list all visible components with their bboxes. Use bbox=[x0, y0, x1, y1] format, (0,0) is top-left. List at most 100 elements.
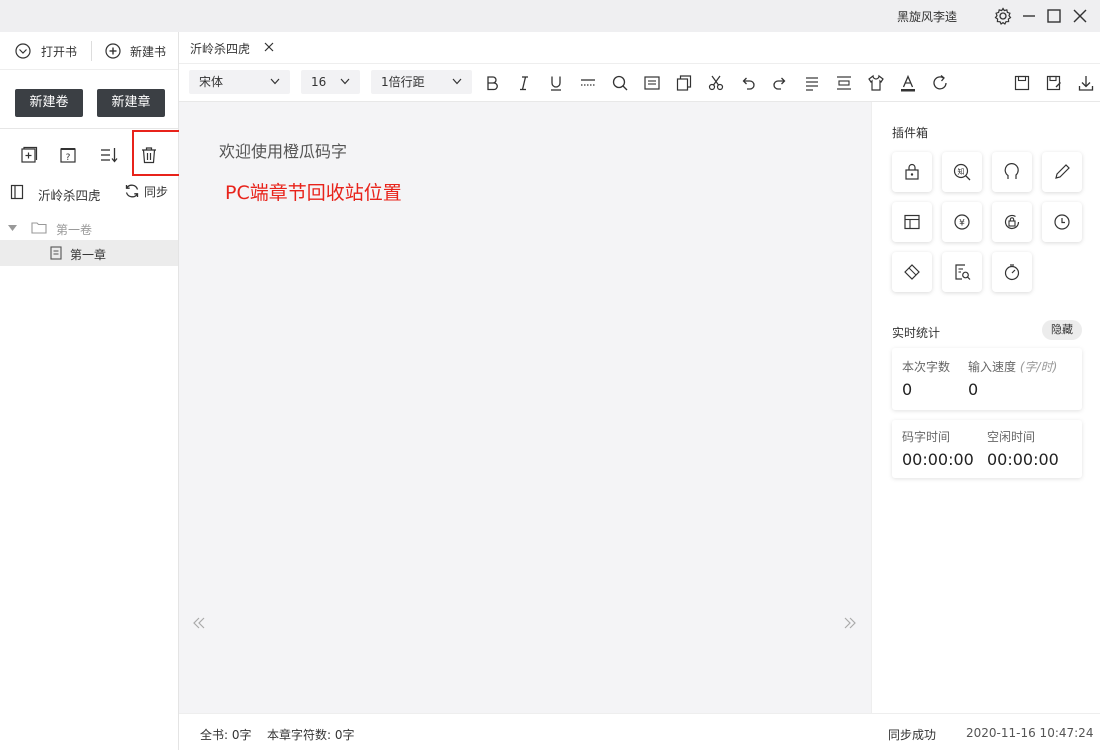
settings-gear-icon[interactable] bbox=[994, 7, 1012, 25]
add-chapter-icon[interactable] bbox=[20, 146, 38, 164]
typing-time-value: 00:00:00 bbox=[902, 450, 974, 469]
svg-text:知: 知 bbox=[958, 167, 965, 176]
plugin-tag[interactable] bbox=[892, 252, 932, 292]
lock-refresh-icon bbox=[1004, 214, 1020, 230]
speed-label: 输入速度 (字/时) bbox=[968, 358, 1057, 375]
document-search-icon bbox=[955, 264, 971, 280]
stats-card-time: 码字时间 00:00:00 空闲时间 00:00:00 bbox=[892, 420, 1082, 478]
hide-stats-button[interactable]: 隐藏 bbox=[1042, 320, 1082, 340]
redo-icon[interactable] bbox=[771, 74, 789, 92]
sync-icon bbox=[125, 184, 139, 198]
plugin-pencil[interactable] bbox=[1042, 152, 1082, 192]
stats-card-words: 本次字数 0 输入速度 (字/时) 0 bbox=[892, 348, 1082, 410]
book-panel-icon[interactable] bbox=[10, 184, 24, 200]
chevron-down-icon bbox=[340, 78, 350, 85]
session-words-label: 本次字数 bbox=[902, 360, 951, 374]
divider bbox=[91, 41, 92, 61]
knowledge-search-icon: 知 bbox=[953, 163, 971, 181]
tab-book[interactable]: 沂岭杀四虎 bbox=[179, 32, 279, 63]
chapter-row[interactable]: 第一章 bbox=[0, 240, 178, 266]
scissors-icon[interactable] bbox=[707, 74, 725, 92]
sync-status: 同步成功 bbox=[888, 728, 937, 742]
timestamp: 2020-11-16 10:47:24 bbox=[966, 726, 1094, 740]
plugin-lock-bag[interactable] bbox=[892, 152, 932, 192]
prev-page-icon[interactable] bbox=[192, 617, 206, 629]
close-icon[interactable] bbox=[1073, 9, 1087, 23]
plugin-table[interactable] bbox=[892, 202, 932, 242]
session-words-value: 0 bbox=[902, 380, 913, 399]
svg-text:?: ? bbox=[66, 153, 71, 163]
plugin-lock-refresh[interactable] bbox=[992, 202, 1032, 242]
new-volume-button[interactable]: 新建卷 bbox=[15, 89, 83, 117]
sync-label: 同步 bbox=[144, 185, 169, 199]
idle-time-value: 00:00:00 bbox=[987, 450, 1059, 469]
tab-bar: 沂岭杀四虎 bbox=[179, 32, 1100, 64]
title-bar: 黑旋风李逵 bbox=[0, 0, 1100, 32]
plugin-brain[interactable] bbox=[992, 152, 1032, 192]
new-chapter-button[interactable]: 新建章 bbox=[97, 89, 165, 117]
tab-close-icon[interactable] bbox=[264, 42, 274, 52]
chapter-label: 第一章 bbox=[70, 248, 107, 262]
sort-icon[interactable] bbox=[99, 146, 119, 164]
username[interactable]: 黑旋风李逵 bbox=[897, 8, 957, 25]
plugin-document-search[interactable] bbox=[942, 252, 982, 292]
align-icon[interactable] bbox=[803, 74, 821, 92]
underline-icon[interactable] bbox=[547, 74, 565, 92]
font-color-icon[interactable] bbox=[899, 74, 917, 92]
plugin-timer[interactable] bbox=[992, 252, 1032, 292]
save-as-icon[interactable] bbox=[1045, 74, 1063, 92]
bold-icon[interactable] bbox=[483, 74, 501, 92]
caret-down-icon[interactable] bbox=[8, 225, 17, 232]
search-icon[interactable] bbox=[611, 74, 629, 92]
typing-time-label: 码字时间 bbox=[902, 430, 951, 444]
volume-row[interactable]: 第一卷 bbox=[0, 218, 178, 240]
undo-icon[interactable] bbox=[739, 74, 757, 92]
maximize-icon[interactable] bbox=[1047, 9, 1061, 23]
font-size-select[interactable]: 16 bbox=[301, 70, 360, 94]
plugin-clock[interactable] bbox=[1042, 202, 1082, 242]
copy-icon[interactable] bbox=[675, 74, 693, 92]
horizontal-rule-icon[interactable] bbox=[579, 74, 597, 92]
folder-icon bbox=[31, 222, 47, 234]
clock-icon bbox=[1054, 214, 1070, 230]
new-book-label: 新建书 bbox=[130, 45, 167, 59]
line-spacing-value: 1倍行距 bbox=[381, 75, 425, 89]
editor-placeholder[interactable]: 欢迎使用橙瓜码字 bbox=[219, 138, 347, 162]
line-spacing-select[interactable]: 1倍行距 bbox=[371, 70, 472, 94]
font-select[interactable]: 宋体 bbox=[189, 70, 290, 94]
right-panel: 插件箱 知 ¥ 实时统计 隐藏 本次字数 0 输入速度 (字/时) 0 码字时间… bbox=[871, 102, 1100, 713]
sidebar-top-actions: 打开书 新建书 bbox=[0, 32, 178, 70]
theme-shirt-icon[interactable] bbox=[867, 74, 885, 92]
format-toolbar: 宋体 16 1倍行距 bbox=[179, 64, 1100, 102]
speed-label-text: 输入速度 bbox=[968, 360, 1017, 374]
status-bar: 全书: 0字 本章字符数: 0字 同步成功 2020-11-16 10:47:2… bbox=[179, 713, 1100, 750]
plugins-title: 插件箱 bbox=[892, 126, 929, 140]
timer-icon bbox=[1004, 264, 1020, 281]
editor-area[interactable]: 欢迎使用橙瓜码字 PC端章节回收站位置 bbox=[179, 102, 871, 713]
next-page-icon[interactable] bbox=[843, 617, 857, 629]
tab-label: 沂岭杀四虎 bbox=[190, 42, 251, 56]
speed-value: 0 bbox=[968, 380, 979, 399]
help-chapter-icon[interactable]: ? bbox=[59, 146, 77, 164]
stats-title: 实时统计 bbox=[892, 326, 941, 340]
plus-circle-icon bbox=[105, 43, 121, 59]
idle-time-label: 空闲时间 bbox=[987, 430, 1036, 444]
download-icon[interactable] bbox=[1077, 74, 1095, 92]
divider bbox=[0, 128, 178, 129]
yen-circle-icon: ¥ bbox=[954, 214, 970, 230]
font-size-value: 16 bbox=[311, 75, 327, 89]
chapter-char-count: 本章字符数: 0字 bbox=[267, 728, 355, 742]
italic-icon[interactable] bbox=[515, 74, 533, 92]
pencil-icon bbox=[1055, 164, 1070, 179]
note-icon[interactable] bbox=[643, 74, 661, 92]
volume-label: 第一卷 bbox=[56, 223, 93, 237]
chevron-down-icon bbox=[452, 78, 462, 85]
minimize-icon[interactable] bbox=[1022, 9, 1036, 23]
plugin-knowledge-search[interactable]: 知 bbox=[942, 152, 982, 192]
book-title[interactable]: 沂岭杀四虎 bbox=[38, 185, 101, 204]
save-icon[interactable] bbox=[1013, 74, 1031, 92]
svg-text:¥: ¥ bbox=[959, 219, 965, 229]
plugin-yen[interactable]: ¥ bbox=[942, 202, 982, 242]
paragraph-spacing-icon[interactable] bbox=[835, 74, 853, 92]
refresh-icon[interactable] bbox=[931, 74, 949, 92]
